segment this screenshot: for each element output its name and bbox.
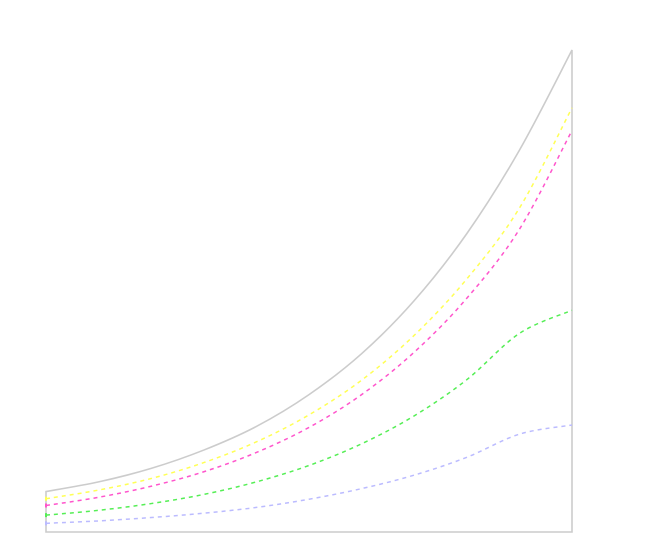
series-line-1 <box>45 107 573 500</box>
series-start-marker-1 <box>45 496 47 501</box>
series-line-2 <box>45 130 573 507</box>
series-line-4 <box>45 424 573 525</box>
series-start-marker-2 <box>45 503 47 508</box>
series-start-marker-3 <box>45 513 47 518</box>
plot-area <box>45 49 573 533</box>
series-start-marker-4 <box>45 521 47 526</box>
series-outline <box>45 49 573 533</box>
chart <box>45 49 573 533</box>
